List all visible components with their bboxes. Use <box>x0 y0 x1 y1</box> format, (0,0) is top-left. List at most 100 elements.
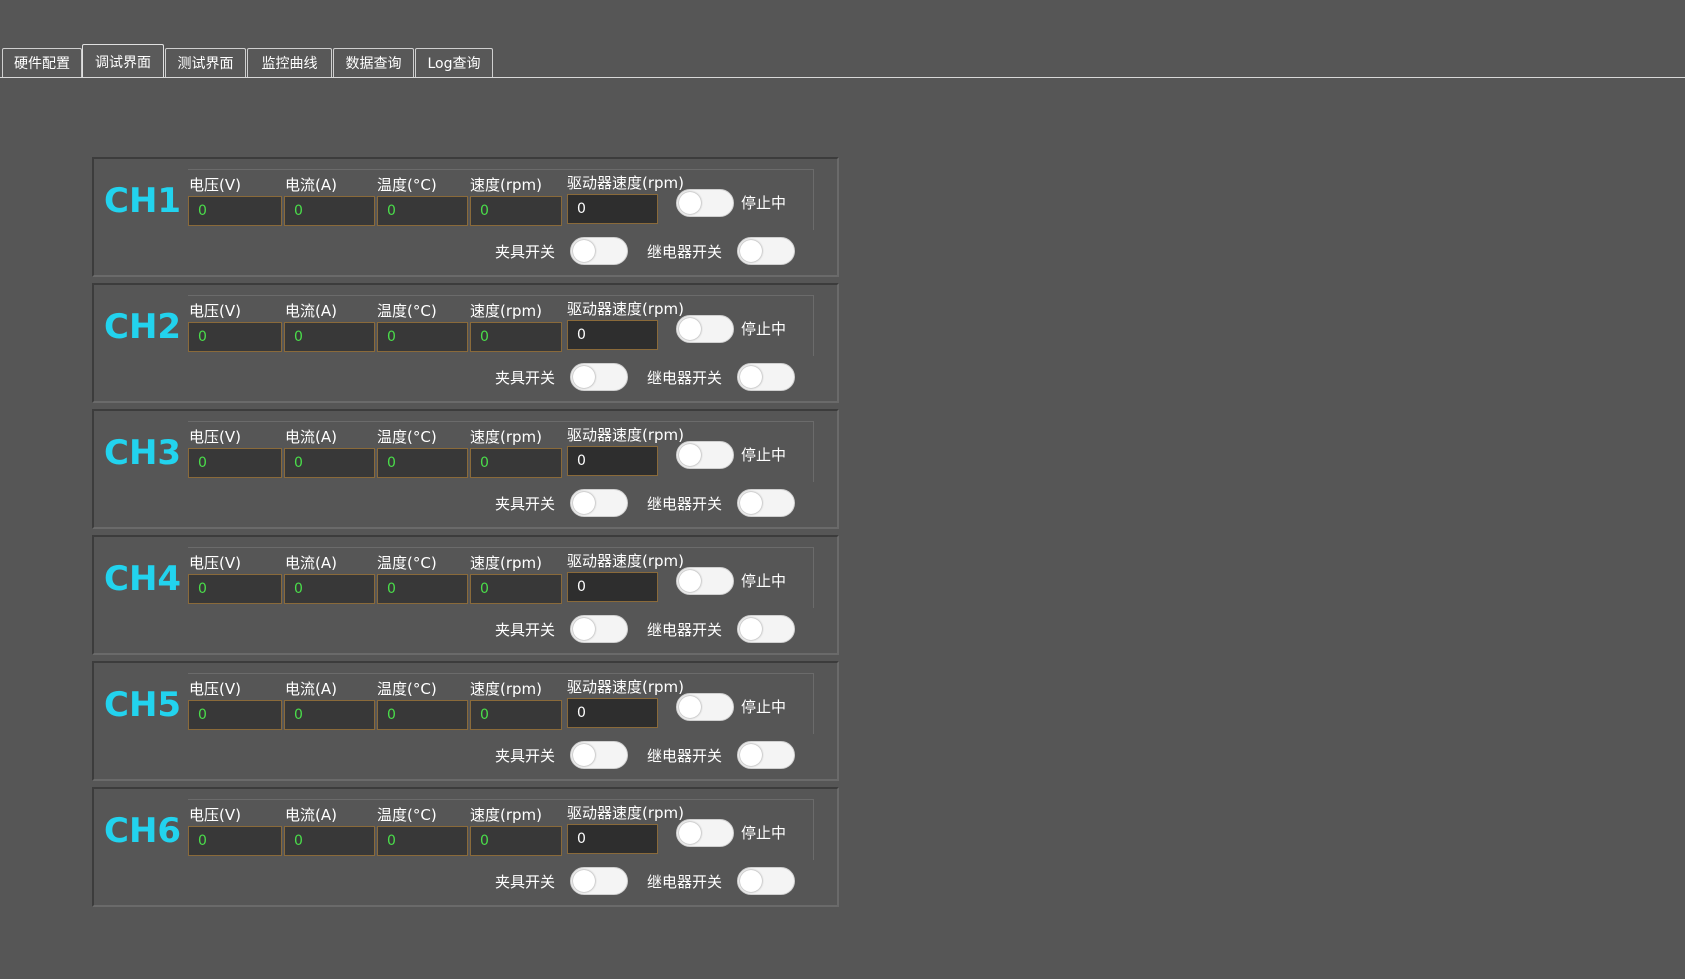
toggle-knob <box>679 570 701 592</box>
toggle-knob <box>679 696 701 718</box>
driver-speed-input[interactable]: 0 <box>567 320 658 350</box>
voltage-field[interactable]: 0 <box>188 448 282 478</box>
driver-speed-input[interactable]: 0 <box>567 698 658 728</box>
driver-speed-label: 驱动器速度(rpm) <box>567 678 685 696</box>
clamp-switch-label: 夹具开关 <box>495 873 556 891</box>
relay-toggle[interactable] <box>737 741 795 769</box>
channel-title: CH1 <box>104 181 182 221</box>
speed-field[interactable]: 0 <box>470 826 562 856</box>
current-field[interactable]: 0 <box>284 196 375 226</box>
temperature-field[interactable]: 0 <box>377 700 468 730</box>
current-field[interactable]: 0 <box>284 448 375 478</box>
speed-label: 速度(rpm) <box>470 176 543 194</box>
tab-monitor-curve[interactable]: 监控曲线 <box>247 48 332 77</box>
channel-title: CH5 <box>104 685 182 725</box>
relay-switch-label: 继电器开关 <box>647 243 723 261</box>
voltage-label: 电压(V) <box>189 302 241 320</box>
relay-switch-label: 继电器开关 <box>647 621 723 639</box>
toggle-knob <box>740 492 762 514</box>
relay-switch-label: 继电器开关 <box>647 495 723 513</box>
current-field[interactable]: 0 <box>284 700 375 730</box>
temperature-field[interactable]: 0 <box>377 826 468 856</box>
run-state-label: 停止中 <box>741 824 787 842</box>
temperature-label: 温度(°C) <box>377 806 437 824</box>
toggle-knob <box>740 744 762 766</box>
relay-toggle[interactable] <box>737 615 795 643</box>
current-field[interactable]: 0 <box>284 574 375 604</box>
tab-test[interactable]: 测试界面 <box>165 48 246 77</box>
toggle-knob <box>679 822 701 844</box>
tab-hardware-config[interactable]: 硬件配置 <box>2 48 82 77</box>
tab-debug[interactable]: 调试界面 <box>82 44 164 78</box>
app-window: 硬件配置 调试界面 测试界面 监控曲线 数据查询 Log查询 CH1 电压(V)… <box>0 0 1685 979</box>
voltage-field[interactable]: 0 <box>188 826 282 856</box>
clamp-toggle[interactable] <box>570 237 628 265</box>
run-toggle[interactable] <box>676 315 734 343</box>
readings-box: 电压(V) 电流(A) 温度(°C) 速度(rpm) 0 0 0 0 驱动器速度… <box>188 295 814 356</box>
current-label: 电流(A) <box>285 806 337 824</box>
tab-log-query[interactable]: Log查询 <box>415 48 493 77</box>
driver-speed-input[interactable]: 0 <box>567 572 658 602</box>
toggle-knob <box>679 444 701 466</box>
driver-speed-input[interactable]: 0 <box>567 446 658 476</box>
driver-speed-input[interactable]: 0 <box>567 824 658 854</box>
current-label: 电流(A) <box>285 176 337 194</box>
clamp-toggle[interactable] <box>570 363 628 391</box>
channel-title: CH6 <box>104 811 182 851</box>
clamp-switch-label: 夹具开关 <box>495 621 556 639</box>
speed-label: 速度(rpm) <box>470 554 543 572</box>
run-toggle[interactable] <box>676 189 734 217</box>
speed-label: 速度(rpm) <box>470 428 543 446</box>
speed-field[interactable]: 0 <box>470 448 562 478</box>
voltage-field[interactable]: 0 <box>188 322 282 352</box>
relay-toggle[interactable] <box>737 237 795 265</box>
voltage-label: 电压(V) <box>189 806 241 824</box>
run-toggle[interactable] <box>676 441 734 469</box>
run-toggle[interactable] <box>676 819 734 847</box>
tab-data-query[interactable]: 数据查询 <box>333 48 414 77</box>
temperature-label: 温度(°C) <box>377 302 437 320</box>
voltage-field[interactable]: 0 <box>188 196 282 226</box>
relay-toggle[interactable] <box>737 363 795 391</box>
clamp-toggle[interactable] <box>570 867 628 895</box>
driver-speed-label: 驱动器速度(rpm) <box>567 426 685 444</box>
current-label: 电流(A) <box>285 554 337 572</box>
voltage-label: 电压(V) <box>189 554 241 572</box>
readings-box: 电压(V) 电流(A) 温度(°C) 速度(rpm) 0 0 0 0 驱动器速度… <box>188 421 814 482</box>
clamp-toggle[interactable] <box>570 741 628 769</box>
channel-panel-5: CH5 电压(V) 电流(A) 温度(°C) 速度(rpm) 0 0 0 0 驱… <box>92 661 839 781</box>
voltage-field[interactable]: 0 <box>188 574 282 604</box>
clamp-toggle[interactable] <box>570 615 628 643</box>
voltage-label: 电压(V) <box>189 428 241 446</box>
toggle-knob <box>573 492 595 514</box>
speed-field[interactable]: 0 <box>470 574 562 604</box>
current-label: 电流(A) <box>285 302 337 320</box>
relay-toggle[interactable] <box>737 489 795 517</box>
toggle-knob <box>573 366 595 388</box>
temperature-field[interactable]: 0 <box>377 196 468 226</box>
current-field[interactable]: 0 <box>284 826 375 856</box>
toggle-knob <box>573 240 595 262</box>
temperature-label: 温度(°C) <box>377 680 437 698</box>
toggle-knob <box>573 870 595 892</box>
speed-field[interactable]: 0 <box>470 196 562 226</box>
run-toggle[interactable] <box>676 567 734 595</box>
driver-speed-label: 驱动器速度(rpm) <box>567 552 685 570</box>
temperature-field[interactable]: 0 <box>377 448 468 478</box>
clamp-switch-label: 夹具开关 <box>495 243 556 261</box>
speed-field[interactable]: 0 <box>470 322 562 352</box>
current-field[interactable]: 0 <box>284 322 375 352</box>
temperature-field[interactable]: 0 <box>377 322 468 352</box>
channel-title: CH3 <box>104 433 182 473</box>
channel-panel-2: CH2 电压(V) 电流(A) 温度(°C) 速度(rpm) 0 0 0 0 驱… <box>92 283 839 403</box>
run-toggle[interactable] <box>676 693 734 721</box>
speed-field[interactable]: 0 <box>470 700 562 730</box>
clamp-toggle[interactable] <box>570 489 628 517</box>
channel-title: CH2 <box>104 307 182 347</box>
relay-toggle[interactable] <box>737 867 795 895</box>
voltage-field[interactable]: 0 <box>188 700 282 730</box>
toggle-knob <box>740 618 762 640</box>
relay-switch-label: 继电器开关 <box>647 873 723 891</box>
driver-speed-input[interactable]: 0 <box>567 194 658 224</box>
temperature-field[interactable]: 0 <box>377 574 468 604</box>
